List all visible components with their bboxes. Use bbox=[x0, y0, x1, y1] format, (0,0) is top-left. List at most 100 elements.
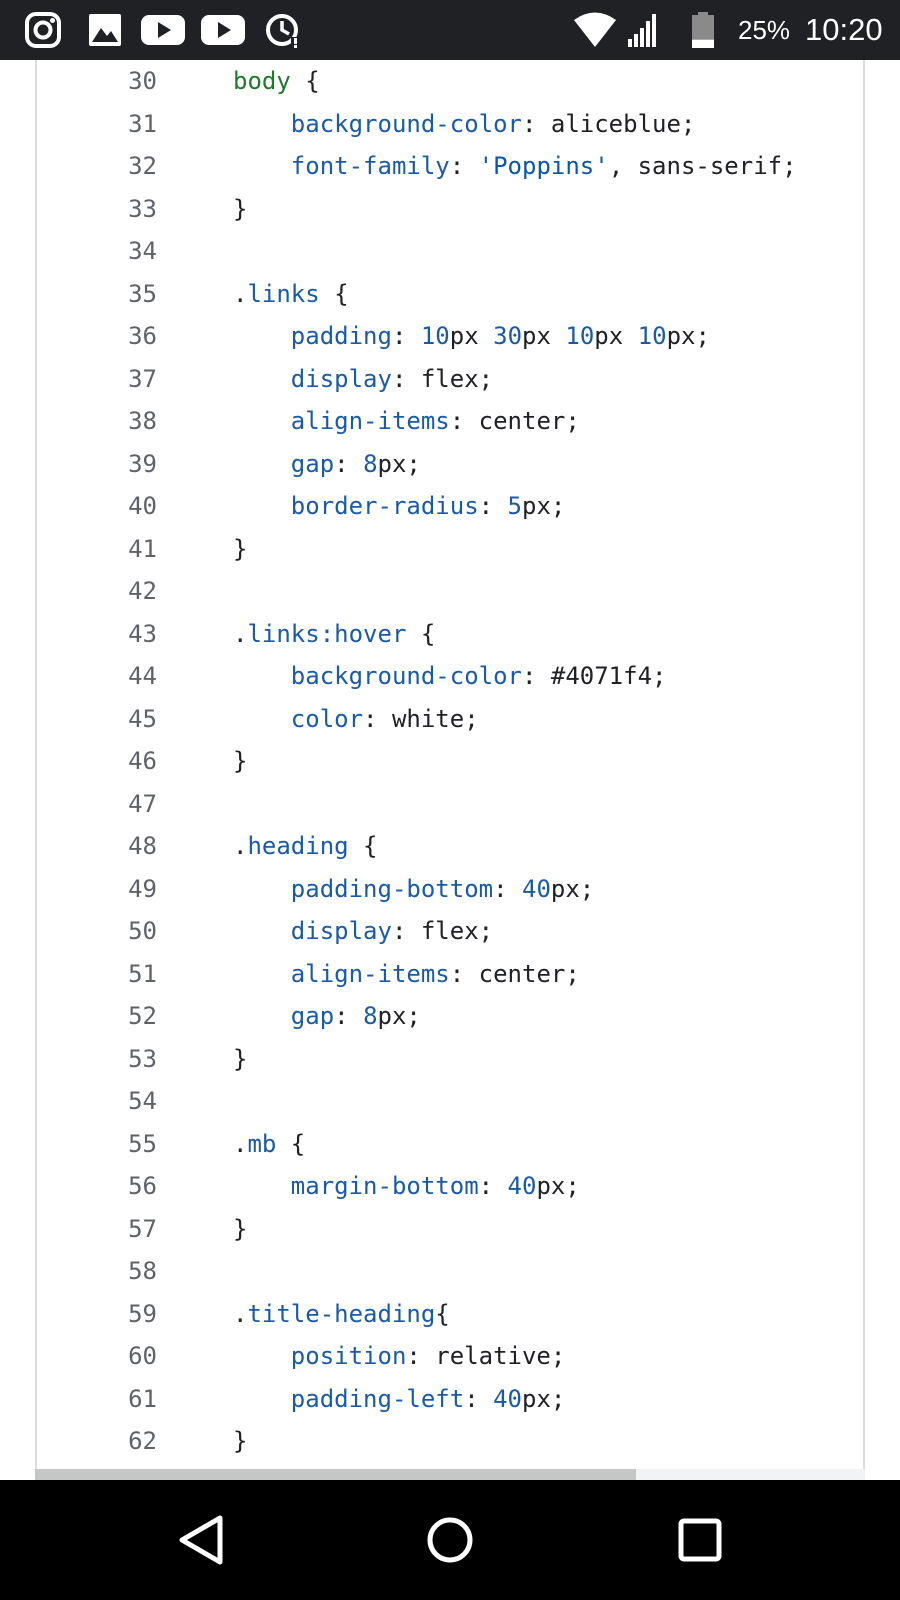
code-line: 30 body { bbox=[37, 60, 863, 103]
code-text: padding-left: 40px; bbox=[233, 1378, 566, 1421]
code-token: : flex; bbox=[391, 917, 494, 945]
code-text: display: flex; bbox=[233, 910, 493, 953]
code-token: padding-bottom bbox=[290, 874, 494, 903]
code-line: 60 position: relative; bbox=[37, 1335, 863, 1378]
line-number: 40 bbox=[128, 492, 157, 520]
code-token: display bbox=[290, 917, 392, 945]
code-line: 51 align-items: center; bbox=[37, 953, 863, 996]
code-token: { bbox=[290, 67, 320, 95]
code-token: px; bbox=[666, 322, 710, 350]
code-text: } bbox=[233, 188, 247, 231]
code-line: 37 display: flex; bbox=[37, 358, 863, 401]
code-token: } bbox=[233, 194, 248, 223]
code-text: position: relative; bbox=[233, 1335, 566, 1378]
line-number: 47 bbox=[128, 789, 157, 818]
clock-time: 10:20 bbox=[805, 12, 883, 47]
code-line: 31 background-color: aliceblue; bbox=[37, 103, 863, 146]
code-token: : center; bbox=[449, 407, 580, 435]
code-token: { bbox=[276, 1129, 306, 1158]
code-token: links bbox=[247, 279, 320, 308]
code-token: display bbox=[290, 364, 392, 393]
code-line: 53} bbox=[37, 1038, 863, 1081]
code-text: } bbox=[233, 1038, 247, 1081]
code-token: padding bbox=[290, 322, 392, 350]
line-number: 60 bbox=[128, 1342, 157, 1370]
code-line: 35 .links { bbox=[37, 273, 863, 316]
code-token: : bbox=[391, 322, 421, 350]
code-token: mb bbox=[247, 1129, 277, 1158]
gallery-icon bbox=[89, 14, 121, 46]
code-token: margin-bottom bbox=[290, 1172, 479, 1200]
code-token: align-items bbox=[290, 959, 450, 988]
code-line: 57} bbox=[37, 1208, 863, 1251]
code-token: } bbox=[233, 1427, 248, 1455]
line-number: 39 bbox=[128, 449, 157, 478]
code-token: 10 bbox=[565, 322, 595, 350]
code-token: . bbox=[233, 1299, 248, 1328]
code-text: .links:hover { bbox=[233, 613, 435, 656]
back-icon[interactable] bbox=[160, 1500, 240, 1580]
code-text: background-color: #4071f4; bbox=[233, 655, 667, 698]
line-number: 58 bbox=[128, 1257, 157, 1285]
code-text: font-family: 'Poppins', sans-serif; bbox=[233, 145, 797, 188]
code-line: 49 padding-bottom: 40px; bbox=[37, 868, 863, 911]
battery-icon bbox=[692, 12, 714, 48]
scrollbar-thumb[interactable] bbox=[35, 1469, 636, 1480]
line-number: 52 bbox=[128, 1002, 157, 1030]
code-token: 8 bbox=[363, 449, 378, 478]
code-lines: 30 body {31 background-color: aliceblue; 3… bbox=[37, 60, 863, 1480]
code-line: 48 .heading { bbox=[37, 825, 863, 868]
wifi-icon bbox=[574, 12, 616, 47]
code-text: color: white; bbox=[233, 698, 479, 741]
code-line: 55 .mb { bbox=[37, 1123, 863, 1166]
code-token: px; bbox=[550, 874, 595, 903]
code-line: 34 bbox=[37, 230, 863, 273]
code-token: { bbox=[435, 1299, 450, 1328]
code-token: : #4071f4; bbox=[521, 662, 667, 690]
line-number: 56 bbox=[128, 1172, 157, 1200]
line-number: 41 bbox=[128, 534, 157, 563]
code-token: links:hover bbox=[247, 619, 407, 648]
code-token: 'Poppins' bbox=[478, 152, 609, 180]
code-line: 40 border-radius: 5px; bbox=[37, 485, 863, 528]
code-token: 30 bbox=[493, 322, 523, 350]
line-number: 48 bbox=[128, 832, 157, 860]
code-token: background-color bbox=[290, 109, 522, 138]
code-token: : bbox=[493, 874, 522, 903]
signal-icon bbox=[628, 14, 656, 47]
code-text: } bbox=[233, 1208, 247, 1251]
code-text: .heading { bbox=[233, 825, 378, 868]
code-line: 61 padding-left: 40px; bbox=[37, 1378, 863, 1421]
code-token: heading bbox=[247, 832, 349, 860]
code-token: px; bbox=[522, 492, 566, 520]
code-token: px; bbox=[377, 449, 421, 478]
code-text: align-items: center; bbox=[233, 953, 580, 996]
code-token: px; bbox=[522, 1384, 566, 1413]
home-icon[interactable] bbox=[410, 1500, 490, 1580]
code-token: : bbox=[464, 1384, 494, 1413]
code-token: . bbox=[233, 279, 248, 308]
code-text: margin-bottom: 40px; bbox=[233, 1165, 580, 1208]
code-line: 54 bbox=[37, 1080, 863, 1123]
youtube-icon bbox=[141, 15, 185, 45]
code-token: 40 bbox=[522, 874, 551, 903]
code-viewer[interactable]: 30 body {31 background-color: aliceblue; 3… bbox=[35, 60, 865, 1480]
code-token: { bbox=[319, 279, 349, 308]
code-text: gap: 8px; bbox=[233, 443, 421, 486]
code-line: 36 padding: 10px 30px 10px 10px; bbox=[37, 315, 863, 358]
horizontal-scrollbar[interactable] bbox=[35, 1469, 865, 1480]
code-token: body bbox=[233, 67, 291, 95]
code-token: : bbox=[334, 449, 364, 478]
code-line: 62} bbox=[37, 1420, 863, 1463]
code-token: 40 bbox=[507, 1172, 537, 1200]
recents-icon[interactable] bbox=[660, 1500, 740, 1580]
